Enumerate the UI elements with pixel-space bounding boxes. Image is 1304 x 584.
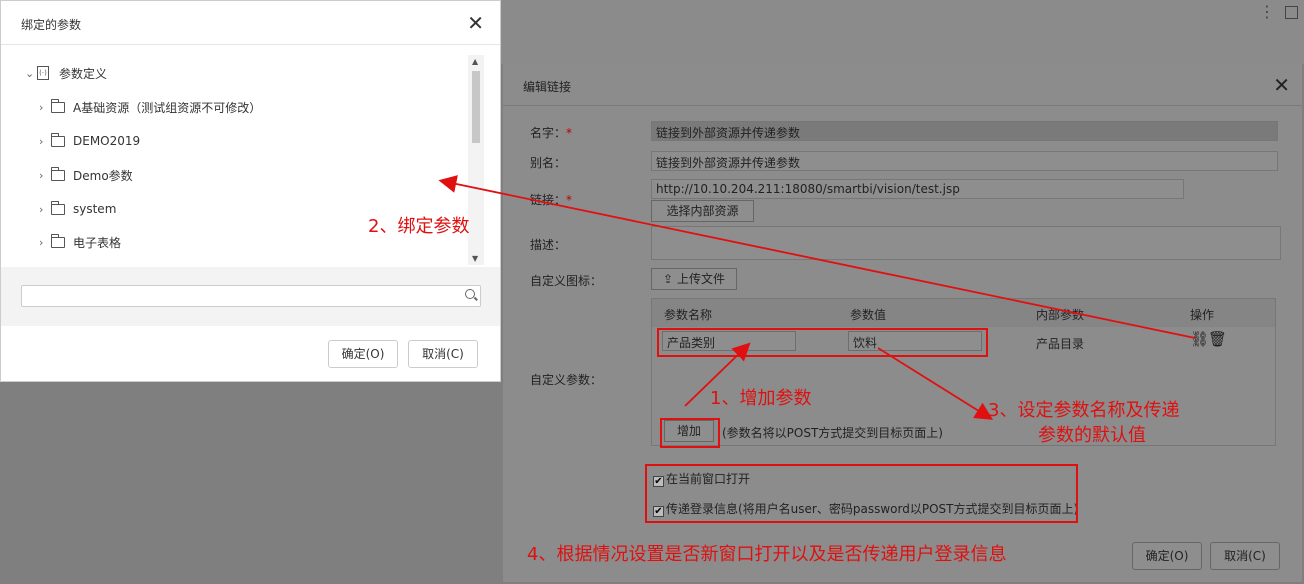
arrow-add	[684, 342, 751, 407]
annotation-arrows	[438, 175, 1196, 420]
arrow-bind	[438, 175, 1196, 339]
arrow-set	[877, 347, 994, 420]
